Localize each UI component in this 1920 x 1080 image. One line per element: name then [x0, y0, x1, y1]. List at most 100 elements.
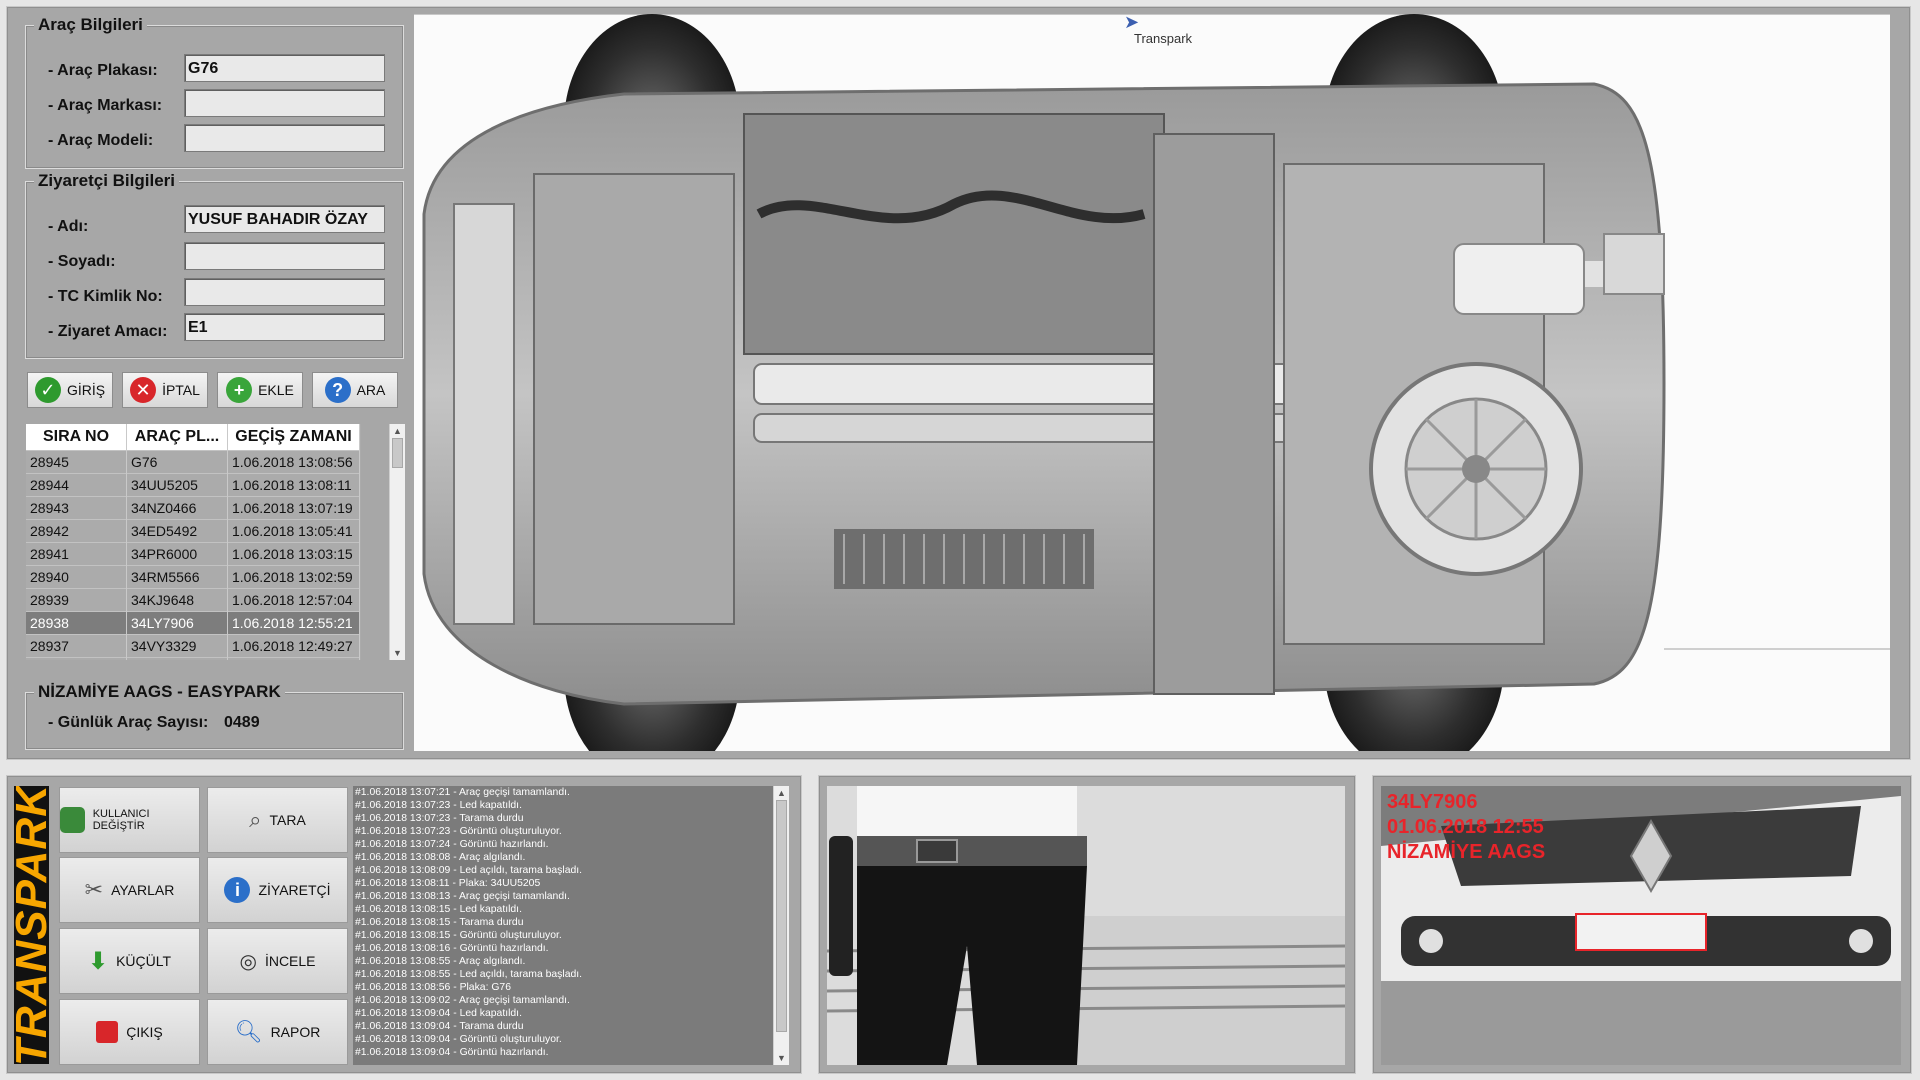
row-seq-cell[interactable]: 28936 [26, 657, 127, 660]
visitor-surname-label: - Soyadı: [48, 253, 116, 270]
visitor-surname-field[interactable] [184, 242, 385, 270]
log-line: #1.06.2018 13:08:09 - Led açıldı, tarama… [355, 865, 583, 876]
visit-purpose-field[interactable]: E1 [184, 313, 385, 341]
row-plate-cell[interactable]: 34KJ9648 [126, 588, 228, 612]
table-row[interactable]: 28943 34NZ0466 1.06.2018 13:07:19 [26, 496, 360, 520]
row-plate-cell[interactable]: 34LY7906 [126, 611, 228, 635]
exit-button[interactable]: ÇIKIŞ [59, 999, 200, 1065]
entry-button[interactable]: ✓ GİRİŞ [27, 372, 113, 408]
row-time-cell[interactable]: 1.06.2018 13:07:19 [227, 496, 360, 520]
daily-count-value: 0489 [224, 714, 260, 731]
row-time-cell[interactable]: 1.06.2018 13:08:56 [227, 450, 360, 474]
plate-field[interactable]: G76 [184, 54, 385, 82]
cancel-button[interactable]: ✕ İPTAL [122, 372, 208, 408]
table-row[interactable]: 28940 34RM5566 1.06.2018 13:02:59 [26, 565, 360, 589]
tools-icon: ✂ [84, 877, 104, 902]
exit-label: ÇIKIŞ [126, 1024, 163, 1040]
tc-id-label: - TC Kimlik No: [48, 288, 163, 305]
log-scrollbar[interactable]: ▲ ▼ [773, 786, 789, 1065]
log-line: #1.06.2018 13:09:04 - Görüntü hazırlandı… [355, 1047, 549, 1058]
settings-button[interactable]: ✂ AYARLAR [59, 857, 200, 923]
inspect-label: İNCELE [264, 953, 316, 969]
inspect-button[interactable]: ◎ İNCELE [207, 928, 348, 994]
row-plate-cell[interactable]: G76 [126, 450, 228, 474]
scroll-thumb[interactable] [392, 438, 403, 468]
log-line: #1.06.2018 13:08:55 - Led açıldı, tarama… [355, 969, 583, 980]
log-line: #1.06.2018 13:08:11 - Plaka: 34UU5205 [355, 878, 541, 889]
column-header-seq[interactable]: SIRA NO [26, 424, 127, 451]
row-seq-cell[interactable]: 28940 [26, 565, 127, 589]
visitor-name-field[interactable]: YUSUF BAHADIR ÖZAY [184, 205, 385, 233]
table-row[interactable]: 28937 34VY3329 1.06.2018 12:49:27 [26, 634, 360, 658]
row-time-cell[interactable]: 1.06.2018 12:55:21 [227, 611, 360, 635]
search-button[interactable]: ? ARA [312, 372, 398, 408]
row-plate-cell[interactable]: 34ED5492 [126, 519, 228, 543]
row-plate-cell[interactable]: 34VY3329 [126, 634, 228, 658]
log-scroll-thumb[interactable] [776, 800, 787, 1032]
brand-field[interactable] [184, 89, 385, 117]
row-time-cell[interactable]: 1.06.2018 13:02:59 [227, 565, 360, 589]
row-seq-cell[interactable]: 28945 [26, 450, 127, 474]
row-plate-cell[interactable]: 34PR6000 [126, 542, 228, 566]
scan-label: TARA [269, 812, 306, 828]
log-line: #1.06.2018 13:08:56 - Plaka: G76 [355, 982, 511, 993]
plate-camera-image[interactable]: 34LY7906 01.06.2018 12:55 NİZAMİYE AAGS [1381, 786, 1901, 1065]
row-plate-cell[interactable]: TANIMSIZ [126, 657, 228, 660]
undercarriage-scan-image[interactable]: Transpark ➤ [414, 14, 1890, 751]
row-time-cell[interactable]: 1.06.2018 12:49:27 [227, 634, 360, 658]
add-button[interactable]: + EKLE [217, 372, 303, 408]
report-button[interactable]: 🔍︎ RAPOR [207, 999, 348, 1065]
table-row[interactable]: 28942 34ED5492 1.06.2018 13:05:41 [26, 519, 360, 543]
log-line: #1.06.2018 13:08:15 - Tarama durdu [355, 917, 524, 928]
row-seq-cell[interactable]: 28939 [26, 588, 127, 612]
row-time-cell[interactable]: 1.06.2018 12:47:33 [227, 657, 360, 660]
table-scrollbar[interactable]: ▲ ▼ [389, 424, 405, 660]
check-icon: ✓ [34, 377, 61, 403]
log-scroll-up-icon[interactable]: ▲ [774, 786, 789, 800]
model-field[interactable] [184, 124, 385, 152]
table-row[interactable]: 28938 34LY7906 1.06.2018 12:55:21 [26, 611, 360, 635]
row-time-cell[interactable]: 1.06.2018 12:57:04 [227, 588, 360, 612]
brand-label: - Araç Markası: [48, 97, 163, 114]
row-seq-cell[interactable]: 28942 [26, 519, 127, 543]
scan-button[interactable]: ⌕ TARA [207, 787, 348, 853]
row-plate-cell[interactable]: 34UU5205 [126, 473, 228, 497]
driver-camera-image[interactable] [827, 786, 1345, 1065]
cancel-button-label: İPTAL [162, 382, 200, 398]
row-seq-cell[interactable]: 28943 [26, 496, 127, 520]
row-seq-cell[interactable]: 28941 [26, 542, 127, 566]
log-scroll-down-icon[interactable]: ▼ [774, 1051, 789, 1065]
row-plate-cell[interactable]: 34NZ0466 [126, 496, 228, 520]
visitor-button[interactable]: i ZİYARETÇİ [207, 857, 348, 923]
log-line: #1.06.2018 13:08:13 - Araç geçişi tamaml… [355, 891, 570, 902]
table-row[interactable]: 28945 G76 1.06.2018 13:08:56 [26, 450, 360, 474]
table-row[interactable]: 28941 34PR6000 1.06.2018 13:03:15 [26, 542, 360, 566]
table-row[interactable]: 28936TANIMSIZ1.06.2018 12:47:33 [26, 657, 360, 660]
row-time-cell[interactable]: 1.06.2018 13:03:15 [227, 542, 360, 566]
log-line: #1.06.2018 13:08:08 - Araç algılandı. [355, 852, 526, 863]
visitor-label: ZİYARETÇİ [258, 882, 331, 898]
row-plate-cell[interactable]: 34RM5566 [126, 565, 228, 589]
scroll-up-icon[interactable]: ▲ [390, 424, 405, 438]
minimize-button[interactable]: ⬇ KÜÇÜLT [59, 928, 200, 994]
column-header-plate[interactable]: ARAÇ PL... [126, 424, 228, 451]
scan-tooltip: Transpark [1134, 31, 1193, 46]
scroll-down-icon[interactable]: ▼ [390, 646, 405, 660]
row-seq-cell[interactable]: 28944 [26, 473, 127, 497]
row-seq-cell[interactable]: 28937 [26, 634, 127, 658]
row-time-cell[interactable]: 1.06.2018 13:08:11 [227, 473, 360, 497]
row-seq-cell[interactable]: 28938 [26, 611, 127, 635]
visitor-name-label: - Adı: [48, 218, 89, 235]
tc-id-field[interactable] [184, 278, 385, 306]
transpark-logo-text: TRANSPARK [14, 786, 49, 1064]
log-line: #1.06.2018 13:09:04 - Led kapatıldı. [355, 1008, 522, 1019]
transpark-logo: TRANSPARK [14, 786, 49, 1064]
change-user-button[interactable]: KULLANICI DEĞİŞTİR [59, 787, 200, 853]
table-row[interactable]: 28939 34KJ9648 1.06.2018 12:57:04 [26, 588, 360, 612]
row-time-cell[interactable]: 1.06.2018 13:05:41 [227, 519, 360, 543]
site-title: NİZAMİYE AAGS - EASYPARK [34, 682, 285, 702]
log-line: #1.06.2018 13:07:23 - Led kapatıldı. [355, 800, 522, 811]
event-log[interactable]: #1.06.2018 13:07:21 - Araç geçişi tamaml… [353, 786, 773, 1065]
column-header-time[interactable]: GEÇİŞ ZAMANI [227, 424, 360, 451]
table-row[interactable]: 28944 34UU5205 1.06.2018 13:08:11 [26, 473, 360, 497]
